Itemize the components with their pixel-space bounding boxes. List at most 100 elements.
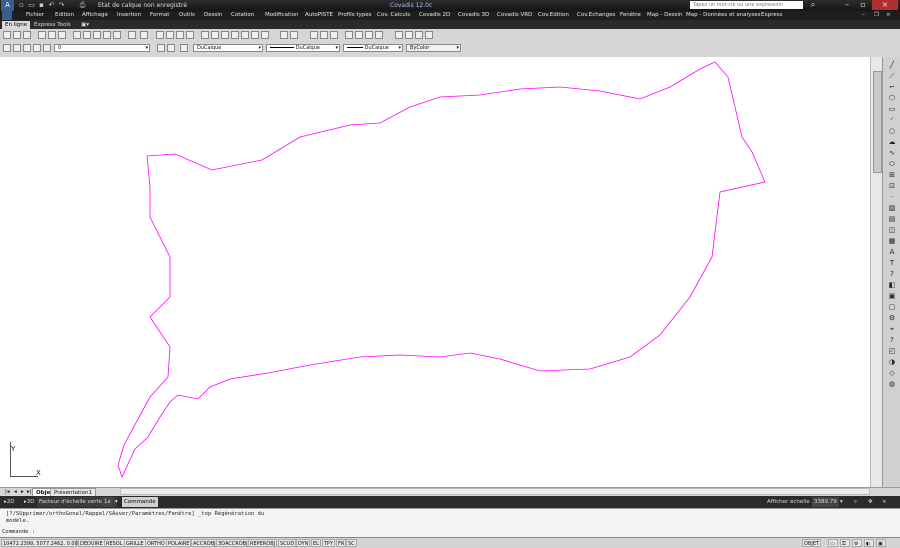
query-icon[interactable]: ? bbox=[888, 336, 896, 344]
open-icon[interactable]: ▭ bbox=[27, 1, 36, 10]
open-icon[interactable] bbox=[13, 31, 21, 39]
menu-item[interactable]: Fichier bbox=[26, 11, 44, 20]
command-line-window[interactable]: [?/SUpprimer/orthoGonal/Rappel/SAuver/Pa… bbox=[0, 508, 900, 538]
copy-icon[interactable] bbox=[83, 31, 91, 39]
region-icon[interactable]: ◫ bbox=[888, 226, 896, 234]
ribbon-toggle-icon[interactable]: ▣▾ bbox=[78, 21, 92, 29]
minimize-icon[interactable]: – bbox=[840, 0, 854, 10]
view-icon[interactable] bbox=[355, 31, 363, 39]
arc-icon[interactable]: ◜ bbox=[888, 116, 896, 124]
zoom-previous-icon[interactable] bbox=[186, 31, 194, 39]
mtext-icon[interactable]: A bbox=[888, 248, 896, 256]
doc-restore-icon[interactable]: ❐ bbox=[874, 11, 879, 20]
toggle-deduire[interactable]: DEDUIRE bbox=[78, 539, 105, 547]
toggle-sc[interactable]: SC bbox=[346, 539, 357, 547]
doc-minimize-icon[interactable]: – bbox=[862, 11, 865, 20]
redo-icon[interactable] bbox=[140, 31, 148, 39]
globe-icon[interactable]: ◍ bbox=[888, 380, 896, 388]
menu-item[interactable]: Covadis VRD bbox=[497, 11, 532, 20]
layout-icon[interactable]: ▭ bbox=[828, 539, 838, 547]
gradient-icon[interactable]: ▤ bbox=[888, 215, 896, 223]
properties-icon[interactable] bbox=[201, 31, 209, 39]
linetype-dropdown[interactable]: DuCalque ▾ bbox=[266, 44, 340, 52]
shade-icon[interactable] bbox=[375, 31, 383, 39]
orbit-icon[interactable] bbox=[345, 31, 353, 39]
close-icon[interactable]: × bbox=[872, 0, 898, 10]
menu-item[interactable]: Covadis 2D bbox=[419, 11, 450, 20]
view-cube-icon[interactable]: ◇ bbox=[888, 369, 896, 377]
layer-dropdown[interactable]: 0 ▾ bbox=[54, 44, 150, 52]
menu-item[interactable]: Covadis 3D bbox=[458, 11, 489, 20]
layer-manager-icon[interactable] bbox=[3, 44, 11, 52]
map-tools-icon[interactable] bbox=[425, 31, 433, 39]
toggle-reperobj[interactable]: REPEROBJ bbox=[248, 539, 278, 547]
render-icon[interactable]: ◑ bbox=[888, 358, 896, 366]
help-icon[interactable]: ? bbox=[888, 270, 896, 278]
chevron-down-icon[interactable]: ▾ bbox=[113, 497, 120, 507]
menu-item[interactable]: Outils bbox=[179, 11, 195, 20]
lineweight-dropdown[interactable]: DuCalque ▾ bbox=[343, 44, 403, 52]
menu-item[interactable]: Express bbox=[761, 11, 782, 20]
toggle-grille[interactable]: GRILLE bbox=[124, 539, 146, 547]
menu-item[interactable]: Fenêtre bbox=[620, 11, 641, 20]
polyline-icon[interactable]: ⌐ bbox=[888, 83, 896, 91]
sheet-set-icon[interactable] bbox=[231, 31, 239, 39]
point-icon[interactable]: · bbox=[888, 193, 896, 201]
new-icon[interactable]: ▫ bbox=[17, 1, 26, 10]
properties-tool-icon[interactable]: ▣ bbox=[888, 292, 896, 300]
make-current-icon[interactable] bbox=[157, 44, 165, 52]
layer-lock-icon[interactable] bbox=[43, 44, 51, 52]
layer-state-icon[interactable] bbox=[13, 44, 21, 52]
menu-item[interactable]: Map - Dessin bbox=[647, 11, 682, 20]
cloud-icon[interactable]: ☁ bbox=[888, 138, 896, 146]
layer-previous-icon[interactable] bbox=[167, 44, 175, 52]
clean-screen-icon[interactable]: ▣ bbox=[876, 539, 886, 547]
image-icon[interactable]: ▢ bbox=[888, 303, 896, 311]
color-swatch-icon[interactable] bbox=[180, 44, 188, 52]
lock-icon[interactable]: ⚿ bbox=[840, 539, 850, 547]
design-center-icon[interactable] bbox=[211, 31, 219, 39]
spline-icon[interactable]: ∿ bbox=[888, 149, 896, 157]
zoom-window-icon[interactable] bbox=[176, 31, 184, 39]
vertical-scale-value[interactable]: 1x bbox=[102, 497, 113, 507]
named-views-icon[interactable] bbox=[365, 31, 373, 39]
command-button[interactable]: Commande bbox=[122, 497, 158, 507]
pan-icon[interactable] bbox=[156, 31, 164, 39]
zoom-realtime-icon[interactable] bbox=[166, 31, 174, 39]
view-2d-button[interactable]: ▸2D bbox=[2, 497, 17, 507]
plot-icon[interactable]: ⎙ bbox=[78, 1, 87, 10]
toggle-dyn[interactable]: DYN bbox=[296, 539, 311, 547]
search-input[interactable]: Tapez un mot-clé ou une expression bbox=[690, 1, 803, 9]
menu-item[interactable]: Cov. Calculs bbox=[377, 11, 410, 20]
menu-item[interactable]: Affichage bbox=[82, 11, 108, 20]
menu-item[interactable]: Cotation bbox=[231, 11, 254, 20]
menu-item[interactable]: Dessin bbox=[204, 11, 222, 20]
model-space-toggle[interactable]: OBJET bbox=[802, 539, 822, 547]
map-query-icon[interactable] bbox=[395, 31, 403, 39]
text-icon[interactable]: T bbox=[888, 259, 896, 267]
menu-item[interactable]: Cov.Edition bbox=[538, 11, 569, 20]
toggle-scud[interactable]: SCUD bbox=[278, 539, 297, 547]
tool-palettes-icon[interactable] bbox=[221, 31, 229, 39]
command-prompt[interactable]: Commande : bbox=[2, 529, 35, 536]
settings-icon[interactable]: ⚙ bbox=[888, 314, 896, 322]
plot-icon[interactable] bbox=[38, 31, 46, 39]
menu-item[interactable]: Insertion bbox=[117, 11, 141, 20]
workspace-label[interactable]: Etat de calque non enregistré bbox=[98, 1, 187, 10]
hatch-icon[interactable]: ▨ bbox=[888, 204, 896, 212]
close-panel-icon[interactable]: × bbox=[880, 497, 889, 507]
new-icon[interactable] bbox=[3, 31, 11, 39]
ellipse-icon[interactable]: ⬭ bbox=[888, 160, 896, 168]
insert-block-icon[interactable]: ⊞ bbox=[888, 171, 896, 179]
toggle-tpy[interactable]: TPY bbox=[322, 539, 336, 547]
tab-express-tools[interactable]: Express Tools bbox=[31, 21, 74, 29]
save-icon[interactable] bbox=[23, 31, 31, 39]
coordinates-readout[interactable]: 10472.2399, 5077.2462, 0.0000 bbox=[1, 539, 84, 547]
layer-tool-icon[interactable]: ◧ bbox=[888, 281, 896, 289]
measure-icon[interactable]: ⌖ bbox=[888, 325, 896, 333]
application-menu-button[interactable]: A bbox=[1, 0, 14, 11]
toggle-resol[interactable]: RESOL bbox=[104, 539, 125, 547]
undo-icon[interactable]: ↶ bbox=[47, 1, 56, 10]
zoom-out-icon[interactable] bbox=[330, 31, 338, 39]
menu-item[interactable]: AutoPISTE bbox=[305, 11, 333, 20]
